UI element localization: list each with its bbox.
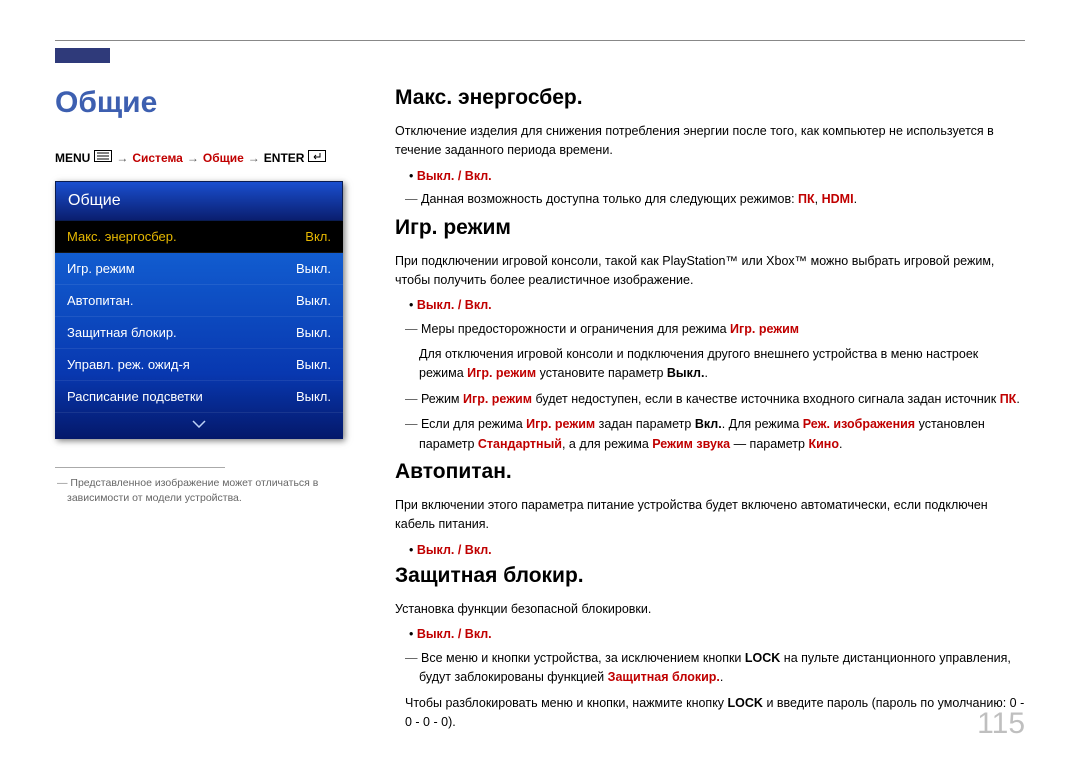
osd-row-value: Выкл. [296,357,331,372]
breadcrumb-arrow: → [187,151,199,165]
text: . [704,366,707,380]
pk: ПК [798,192,815,206]
osd-row-label: Игр. режим [67,261,135,276]
header-accent [55,48,110,63]
osd-row[interactable]: Игр. режим Выкл. [55,253,343,285]
text: Если для режима [421,417,526,431]
game-mode: Игр. режим [463,392,532,406]
lock: LOCK [728,696,763,710]
osd-row-value: Выкл. [296,261,331,276]
dash-note: Режим Игр. режим будет недоступен, если … [395,390,1025,409]
text: Данная возможность доступна только для с… [421,192,798,206]
osd-row-value: Выкл. [296,389,331,404]
hdmi: HDMI [822,192,854,206]
breadcrumb-system: Система [132,151,183,165]
sub-note: Для отключения игровой консоли и подключ… [395,345,1025,384]
footnote-separator [55,467,225,468]
off-on: Выкл. / Вкл. [417,543,492,557]
text: — параметр [730,437,808,451]
osd-row[interactable]: Макс. энергосбер. Вкл. [55,221,343,253]
osd-row-label: Макс. энергосбер. [67,229,177,244]
standard: Стандартный [478,437,562,451]
osd-row-label: Управл. реж. ожид-я [67,357,190,372]
enter-icon [308,150,326,165]
menu-icon [94,150,112,165]
bullet: Выкл. / Вкл. [395,167,1025,186]
breadcrumb-arrow: → [116,151,128,165]
pic-mode: Реж. изображения [803,417,915,431]
header-rule [55,40,1025,41]
osd-title: Общие [55,181,343,221]
osd-row-label: Автопитан. [67,293,133,308]
sound-mode: Режим звука [652,437,730,451]
text: . [1016,392,1019,406]
off-on: Выкл. / Вкл. [417,627,492,641]
heading-autopower: Автопитан. [395,460,1025,484]
osd-row[interactable]: Расписание подсветки Выкл. [55,381,343,413]
chevron-down-icon[interactable] [55,413,343,439]
dash-note: Все меню и кнопки устройства, за исключе… [395,649,1025,688]
section-title: Общие [55,86,360,120]
bullet: Выкл. / Вкл. [395,625,1025,644]
breadcrumb-general: Общие [203,151,244,165]
osd-row-value: Выкл. [296,325,331,340]
footnote: Представленное изображение может отличат… [55,476,360,505]
paragraph: При подключении игровой консоли, такой к… [395,252,1025,291]
lock: LOCK [745,651,780,665]
left-column: Общие MENU → Система → Общие → ENTER Общ… [55,86,360,738]
pk: ПК [1000,392,1017,406]
right-column: Макс. энергосбер. Отключение изделия для… [395,86,1025,738]
text: , а для режима [562,437,652,451]
paragraph: Установка функции безопасной блокировки. [395,600,1025,619]
osd-body: Макс. энергосбер. Вкл. Игр. режим Выкл. … [55,221,343,439]
text: задан параметр [595,417,695,431]
dash-note: Данная возможность доступна только для с… [395,190,1025,209]
heading-game-mode: Игр. режим [395,216,1025,240]
page-columns: Общие MENU → Система → Общие → ENTER Общ… [55,86,1025,738]
text: . [720,670,723,684]
osd-row-value: Вкл. [305,229,331,244]
text: Режим [421,392,463,406]
text: Все меню и кнопки устройства, за исключе… [421,651,745,665]
text: будет недоступен, если в качестве источн… [532,392,1000,406]
text: . [839,437,842,451]
osd-row-label: Расписание подсветки [67,389,203,404]
text: установите параметр [536,366,667,380]
text: , [815,192,822,206]
dash-note: Меры предосторожности и ограничения для … [395,320,1025,339]
safe-lock: Защитная блокир. [608,670,720,684]
off-on: Выкл. / Вкл. [417,298,492,312]
osd-row[interactable]: Управл. реж. ожид-я Выкл. [55,349,343,381]
text: Меры предосторожности и ограничения для … [421,322,730,336]
breadcrumb-arrow: → [248,151,260,165]
game-mode: Игр. режим [730,322,799,336]
breadcrumb-enter: ENTER [264,151,305,165]
game-mode: Игр. режим [526,417,595,431]
osd-panel: Общие Макс. энергосбер. Вкл. Игр. режим … [55,181,343,439]
text: Чтобы разблокировать меню и кнопки, нажм… [405,696,728,710]
game-mode: Игр. режим [467,366,536,380]
page-number: 115 [977,707,1025,741]
paragraph: При включении этого параметра питание ус… [395,496,1025,535]
off-on: Выкл. / Вкл. [417,169,492,183]
bullet: Выкл. / Вкл. [395,296,1025,315]
paragraph: Отключение изделия для снижения потребле… [395,122,1025,161]
dash-note: Если для режима Игр. режим задан парамет… [395,415,1025,454]
heading-max-energy: Макс. энергосбер. [395,86,1025,110]
breadcrumb-menu: MENU [55,151,90,165]
osd-row[interactable]: Защитная блокир. Выкл. [55,317,343,349]
off: Выкл. [667,366,705,380]
cinema: Кино [808,437,839,451]
text: . Для режима [722,417,803,431]
osd-row-value: Выкл. [296,293,331,308]
on: Вкл. [695,417,722,431]
osd-row[interactable]: Автопитан. Выкл. [55,285,343,317]
osd-row-label: Защитная блокир. [67,325,177,340]
breadcrumb: MENU → Система → Общие → ENTER [55,150,360,165]
text: . [854,192,857,206]
bullet: Выкл. / Вкл. [395,541,1025,560]
heading-safety-lock: Защитная блокир. [395,564,1025,588]
paragraph: Чтобы разблокировать меню и кнопки, нажм… [395,694,1025,733]
